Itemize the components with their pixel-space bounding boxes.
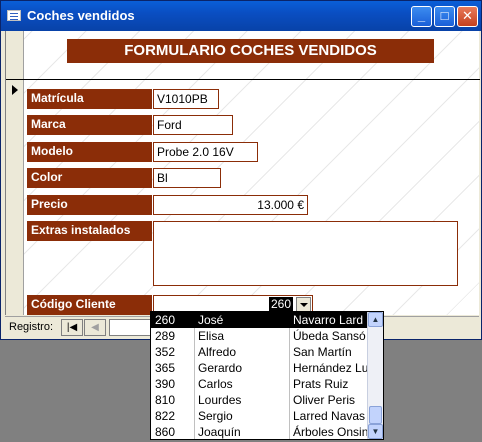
close-button[interactable]: ✕ [457,6,478,27]
row-surname: Larred Navas [293,409,366,423]
codigo-cliente-dropdown-list[interactable]: 260 José Navarro Lard 289 Elisa Úbeda Sa… [150,311,384,440]
label-extras: Extras instalados [27,221,152,241]
window-title: Coches vendidos [27,8,135,23]
chevron-down-icon[interactable] [296,297,311,312]
scroll-down-button[interactable]: ▼ [368,424,383,439]
row-code: 260 [155,313,176,327]
dropdown-row[interactable]: 289 Elisa Úbeda Sansó [151,328,369,344]
record-number-input[interactable] [109,319,151,336]
scroll-up-button[interactable]: ▲ [368,312,383,327]
previous-record-button[interactable]: ◀ [84,319,106,336]
row-name: José [198,313,224,327]
dropdown-row[interactable]: 390 Carlos Prats Ruiz [151,376,369,392]
marca-field[interactable]: Ford [153,115,233,135]
label-matricula: Matrícula [27,89,152,109]
maximize-icon: □ [440,8,449,23]
chevron-down-icon: ▼ [371,427,380,436]
chevron-up-icon: ▲ [371,315,380,324]
row-surname: Oliver Peris [293,393,356,407]
matricula-field[interactable]: V1010PB [153,89,219,109]
row-surname: Prats Ruiz [293,377,349,391]
form-title: FORMULARIO COCHES VENDIDOS [67,39,434,63]
dropdown-row[interactable]: 822 Sergio Larred Navas [151,408,369,424]
row-surname: Navarro Lard [293,313,364,327]
first-record-button[interactable]: |◀ [61,319,83,336]
registro-label: Registro: [9,321,54,333]
first-record-icon: |◀ [66,322,78,333]
extras-field[interactable] [153,221,458,286]
previous-record-icon: ◀ [91,322,99,333]
row-surname: Hernández Lu [293,361,369,375]
row-code: 822 [155,409,176,423]
row-name: Alfredo [198,345,237,359]
form-icon[interactable] [7,10,21,21]
row-code: 289 [155,329,176,343]
form-window: Coches vendidos _ □ ✕ FORMULARIO COCHES … [0,0,482,340]
header-divider [6,79,480,80]
row-name: Carlos [198,377,233,391]
dropdown-row[interactable]: 352 Alfredo San Martín [151,344,369,360]
row-surname: Árboles Onsin [293,425,369,439]
precio-field[interactable]: 13.000 € [153,195,308,215]
minimize-icon: _ [417,8,426,23]
row-name: Gerardo [198,361,243,375]
title-bar[interactable]: Coches vendidos _ □ ✕ [1,1,481,31]
label-modelo: Modelo [27,142,152,162]
form-body: FORMULARIO COCHES VENDIDOS Matrícula V10… [5,31,480,315]
row-code: 352 [155,345,176,359]
close-icon: ✕ [462,8,473,23]
dropdown-row[interactable]: 260 José Navarro Lard [151,312,369,328]
label-color: Color [27,168,152,188]
modelo-field[interactable]: Probe 2.0 16V [153,142,258,162]
row-surname: Úbeda Sansó [293,329,366,343]
record-selector[interactable] [6,31,24,315]
row-code: 860 [155,425,176,439]
label-precio: Precio [27,195,152,215]
row-code: 390 [155,377,176,391]
current-record-arrow-icon [12,85,18,95]
codigo-cliente-value: 260 [268,297,293,312]
label-codigo-cliente: Código Cliente [27,295,152,315]
minimize-button[interactable]: _ [411,6,432,27]
row-surname: San Martín [293,345,352,359]
row-name: Lourdes [198,393,242,407]
color-field[interactable]: Bl [153,168,221,188]
row-code: 810 [155,393,176,407]
dropdown-row[interactable]: 860 Joaquín Árboles Onsin [151,424,369,439]
scroll-thumb[interactable] [369,406,382,424]
row-name: Sergio [198,409,233,423]
dropdown-row[interactable]: 810 Lourdes Oliver Peris [151,392,369,408]
row-name: Elisa [198,329,225,343]
row-name: Joaquín [198,425,241,439]
row-code: 365 [155,361,176,375]
label-marca: Marca [27,115,152,135]
dropdown-row[interactable]: 365 Gerardo Hernández Lu [151,360,369,376]
dropdown-scrollbar[interactable]: ▲ ▼ [367,312,383,439]
maximize-button[interactable]: □ [434,6,455,27]
